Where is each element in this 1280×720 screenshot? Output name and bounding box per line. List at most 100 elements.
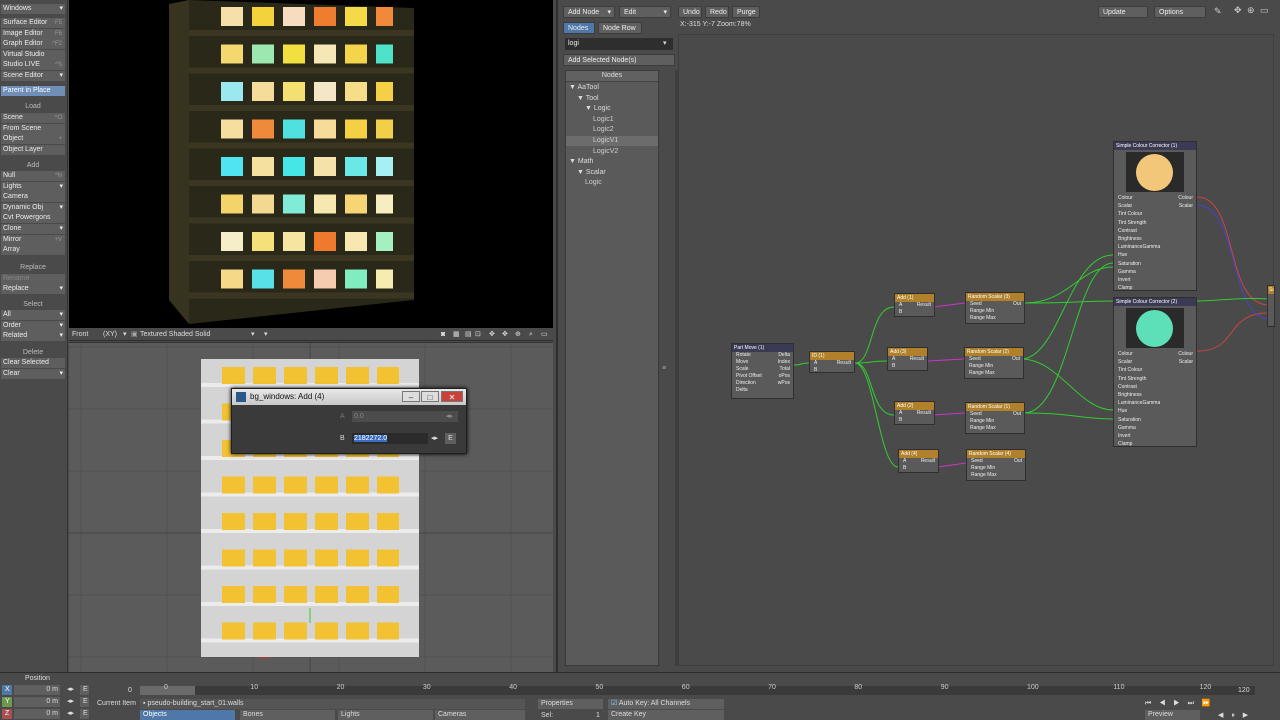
- node-port-a[interactable]: A Result: [895, 410, 934, 417]
- parent-in-place-button[interactable]: Parent in Place: [1, 86, 65, 96]
- node-port-b[interactable]: B: [888, 363, 927, 370]
- node-port[interactable]: Rotate Delta: [732, 352, 793, 359]
- tree-item-logic[interactable]: Logic: [566, 178, 658, 188]
- perspective-viewport[interactable]: [69, 0, 553, 328]
- toolbar-mirror-button[interactable]: Mirror +V: [1, 234, 65, 245]
- dialog-titlebar[interactable]: bg_windows: Add (4) – □ ✕: [232, 389, 466, 405]
- toolbar-from-scene-button[interactable]: From Scene: [1, 123, 65, 134]
- node-canvas[interactable]: Part Move (1) Rotate Delta Move Index Scale T…: [678, 34, 1275, 666]
- node-port[interactable]: Tint Strength: [1114, 219, 1196, 227]
- cameras-tab[interactable]: Cameras: [435, 710, 525, 720]
- node-port-range-max[interactable]: Range Max: [966, 425, 1024, 432]
- tree-item-logic[interactable]: ▼ Logic: [566, 104, 658, 114]
- lights-tab[interactable]: Lights: [338, 710, 433, 720]
- toolbar-related-button[interactable]: Related: [1, 331, 65, 342]
- current-item-dropdown[interactable]: ▪ pseudo-building_start_01:walls: [140, 699, 525, 709]
- replace-dropdown[interactable]: Replace: [1, 284, 65, 294]
- node-port[interactable]: Brightness: [1114, 391, 1196, 399]
- node-port[interactable]: Clamp: [1114, 284, 1196, 292]
- toolbar-object-layer-button[interactable]: Object Layer: [1, 144, 65, 155]
- toolbar-virtual-studio-button[interactable]: Virtual Studio: [1, 49, 65, 60]
- toolbar-null-button[interactable]: Null ^N: [1, 171, 65, 181]
- node-port[interactable]: Delta: [732, 387, 793, 394]
- move-icon[interactable]: ✥: [1234, 5, 1242, 16]
- toolbar-scene-button[interactable]: Scene ^O: [1, 113, 65, 123]
- toolbar-array-button[interactable]: Array: [1, 245, 65, 256]
- node-port[interactable]: Invert: [1114, 276, 1196, 284]
- tree-item-aatool[interactable]: ▼ AaTool: [566, 83, 658, 93]
- auto-key-dropdown[interactable]: ☑ Auto Key: All Channels: [608, 699, 724, 709]
- node-port[interactable]: Tint Strength: [1114, 375, 1196, 383]
- node-port[interactable]: Gamma: [1114, 268, 1196, 276]
- add-selected-nodes-button[interactable]: Add Selected Node(s): [563, 54, 675, 66]
- toolbar-clear-button[interactable]: Clear: [1, 368, 65, 379]
- node-port[interactable]: Clamp: [1114, 440, 1196, 448]
- tree-item-tool[interactable]: ▼ Tool: [566, 94, 658, 104]
- tree-item-logicv1[interactable]: LogicV1: [566, 136, 658, 146]
- chevron-down-icon[interactable]: ▼: [577, 169, 586, 176]
- node-port-range-min[interactable]: Range Min: [965, 363, 1023, 370]
- node-port[interactable]: Invert: [1114, 432, 1196, 440]
- scc2-node[interactable]: Simple Colour Corrector (2) Colour Colour S…: [1113, 297, 1197, 447]
- toolbar-dynamic-obj-button[interactable]: Dynamic Obj: [1, 202, 65, 213]
- node-port[interactable]: Hue: [1114, 407, 1196, 415]
- node-port-seed[interactable]: Seed Out: [967, 458, 1025, 465]
- rename-button[interactable]: Rename: [1, 274, 65, 284]
- node-port[interactable]: Contrast: [1114, 227, 1196, 235]
- node-port[interactable]: Direction wPos: [732, 380, 793, 387]
- node-port[interactable]: Scalar Scalar: [1114, 358, 1196, 366]
- add4-node[interactable]: Add (4) A Result B: [898, 449, 939, 473]
- zoom-icon[interactable]: ⊕: [1247, 5, 1255, 16]
- search-icon[interactable]: ⌕: [529, 329, 533, 341]
- redo-button[interactable]: Redo: [705, 6, 729, 18]
- maximize-icon[interactable]: ▭: [541, 329, 548, 341]
- chevron-down-icon[interactable]: ▼: [585, 105, 594, 112]
- toolbar-object-button[interactable]: Object +: [1, 134, 65, 145]
- y-expression-button[interactable]: E: [80, 697, 89, 707]
- grid-icon[interactable]: ▦: [453, 329, 460, 341]
- toolbar-lights-button[interactable]: Lights: [1, 181, 65, 192]
- envelope-icon[interactable]: ◂▸: [446, 412, 453, 420]
- rs2-node[interactable]: Random Scalar (2) Seed Out Range Min Range M…: [964, 347, 1024, 379]
- view-type-dropdown[interactable]: Front: [72, 329, 88, 341]
- node-port[interactable]: Move Index: [732, 359, 793, 366]
- node-port[interactable]: Saturation: [1114, 260, 1196, 268]
- rs3-node[interactable]: Random Scalar (3) Seed Out Range Min Range M…: [965, 292, 1025, 324]
- y-channel-button[interactable]: Y: [2, 697, 12, 707]
- envelope-icon[interactable]: ◂▸: [67, 697, 74, 707]
- node-port-a[interactable]: A Result: [888, 356, 927, 363]
- update-button[interactable]: Update: [1098, 6, 1148, 18]
- options-dropdown[interactable]: Options: [1154, 6, 1206, 18]
- shading-dropdown[interactable]: Textured Shaded Solid: [140, 329, 210, 341]
- splitter-handle[interactable]: ≡: [662, 365, 666, 372]
- node-port-range-min[interactable]: Range Min: [967, 465, 1025, 472]
- toolbar-order-button[interactable]: Order: [1, 320, 65, 331]
- tree-item-scalar[interactable]: ▼ Scalar: [566, 168, 658, 178]
- node-port-seed[interactable]: Seed Out: [966, 301, 1024, 308]
- node-port-b[interactable]: B: [810, 367, 854, 374]
- surface-output-node[interactable]: Su: [1267, 285, 1275, 327]
- minimize-button[interactable]: –: [402, 391, 420, 402]
- rs1-node[interactable]: Random Scalar (1) Seed Out Range Min Range M…: [965, 402, 1025, 434]
- node-port-range-min[interactable]: Range Min: [966, 308, 1024, 315]
- node-port[interactable]: Scale Total: [732, 366, 793, 373]
- lock-icon[interactable]: ▤: [465, 329, 472, 341]
- tab-nodes[interactable]: Nodes: [563, 22, 595, 34]
- toolbar-scene-editor-button[interactable]: Scene Editor: [1, 71, 65, 81]
- tree-item-logic1[interactable]: Logic1: [566, 115, 658, 125]
- toolbar-surface-editor-button[interactable]: Surface Editor F5: [1, 18, 65, 28]
- move-view-icon[interactable]: ✥: [489, 329, 495, 341]
- a-input[interactable]: 0.0: [352, 411, 458, 422]
- purge-button[interactable]: Purge: [732, 6, 760, 18]
- node-port[interactable]: LuminanceGamma: [1114, 243, 1196, 251]
- node-port-a[interactable]: A Result: [899, 458, 938, 465]
- toolbar-camera-button[interactable]: Camera: [1, 192, 65, 203]
- x-channel-button[interactable]: X: [2, 685, 12, 695]
- node-port[interactable]: Tint Colour: [1114, 210, 1196, 218]
- envelope-icon[interactable]: ◂▸: [67, 685, 74, 695]
- playback-controls[interactable]: ⏮ ◀ ▶ ⏭ ⏩: [1145, 699, 1214, 709]
- rs4-node[interactable]: Random Scalar (4) Seed Out Range Min Range M…: [966, 449, 1026, 481]
- envelope-icon[interactable]: ◂▸: [431, 434, 438, 442]
- part-move-node[interactable]: Part Move (1) Rotate Delta Move Index Scale T…: [731, 343, 794, 399]
- node-port-seed[interactable]: Seed Out: [966, 411, 1024, 418]
